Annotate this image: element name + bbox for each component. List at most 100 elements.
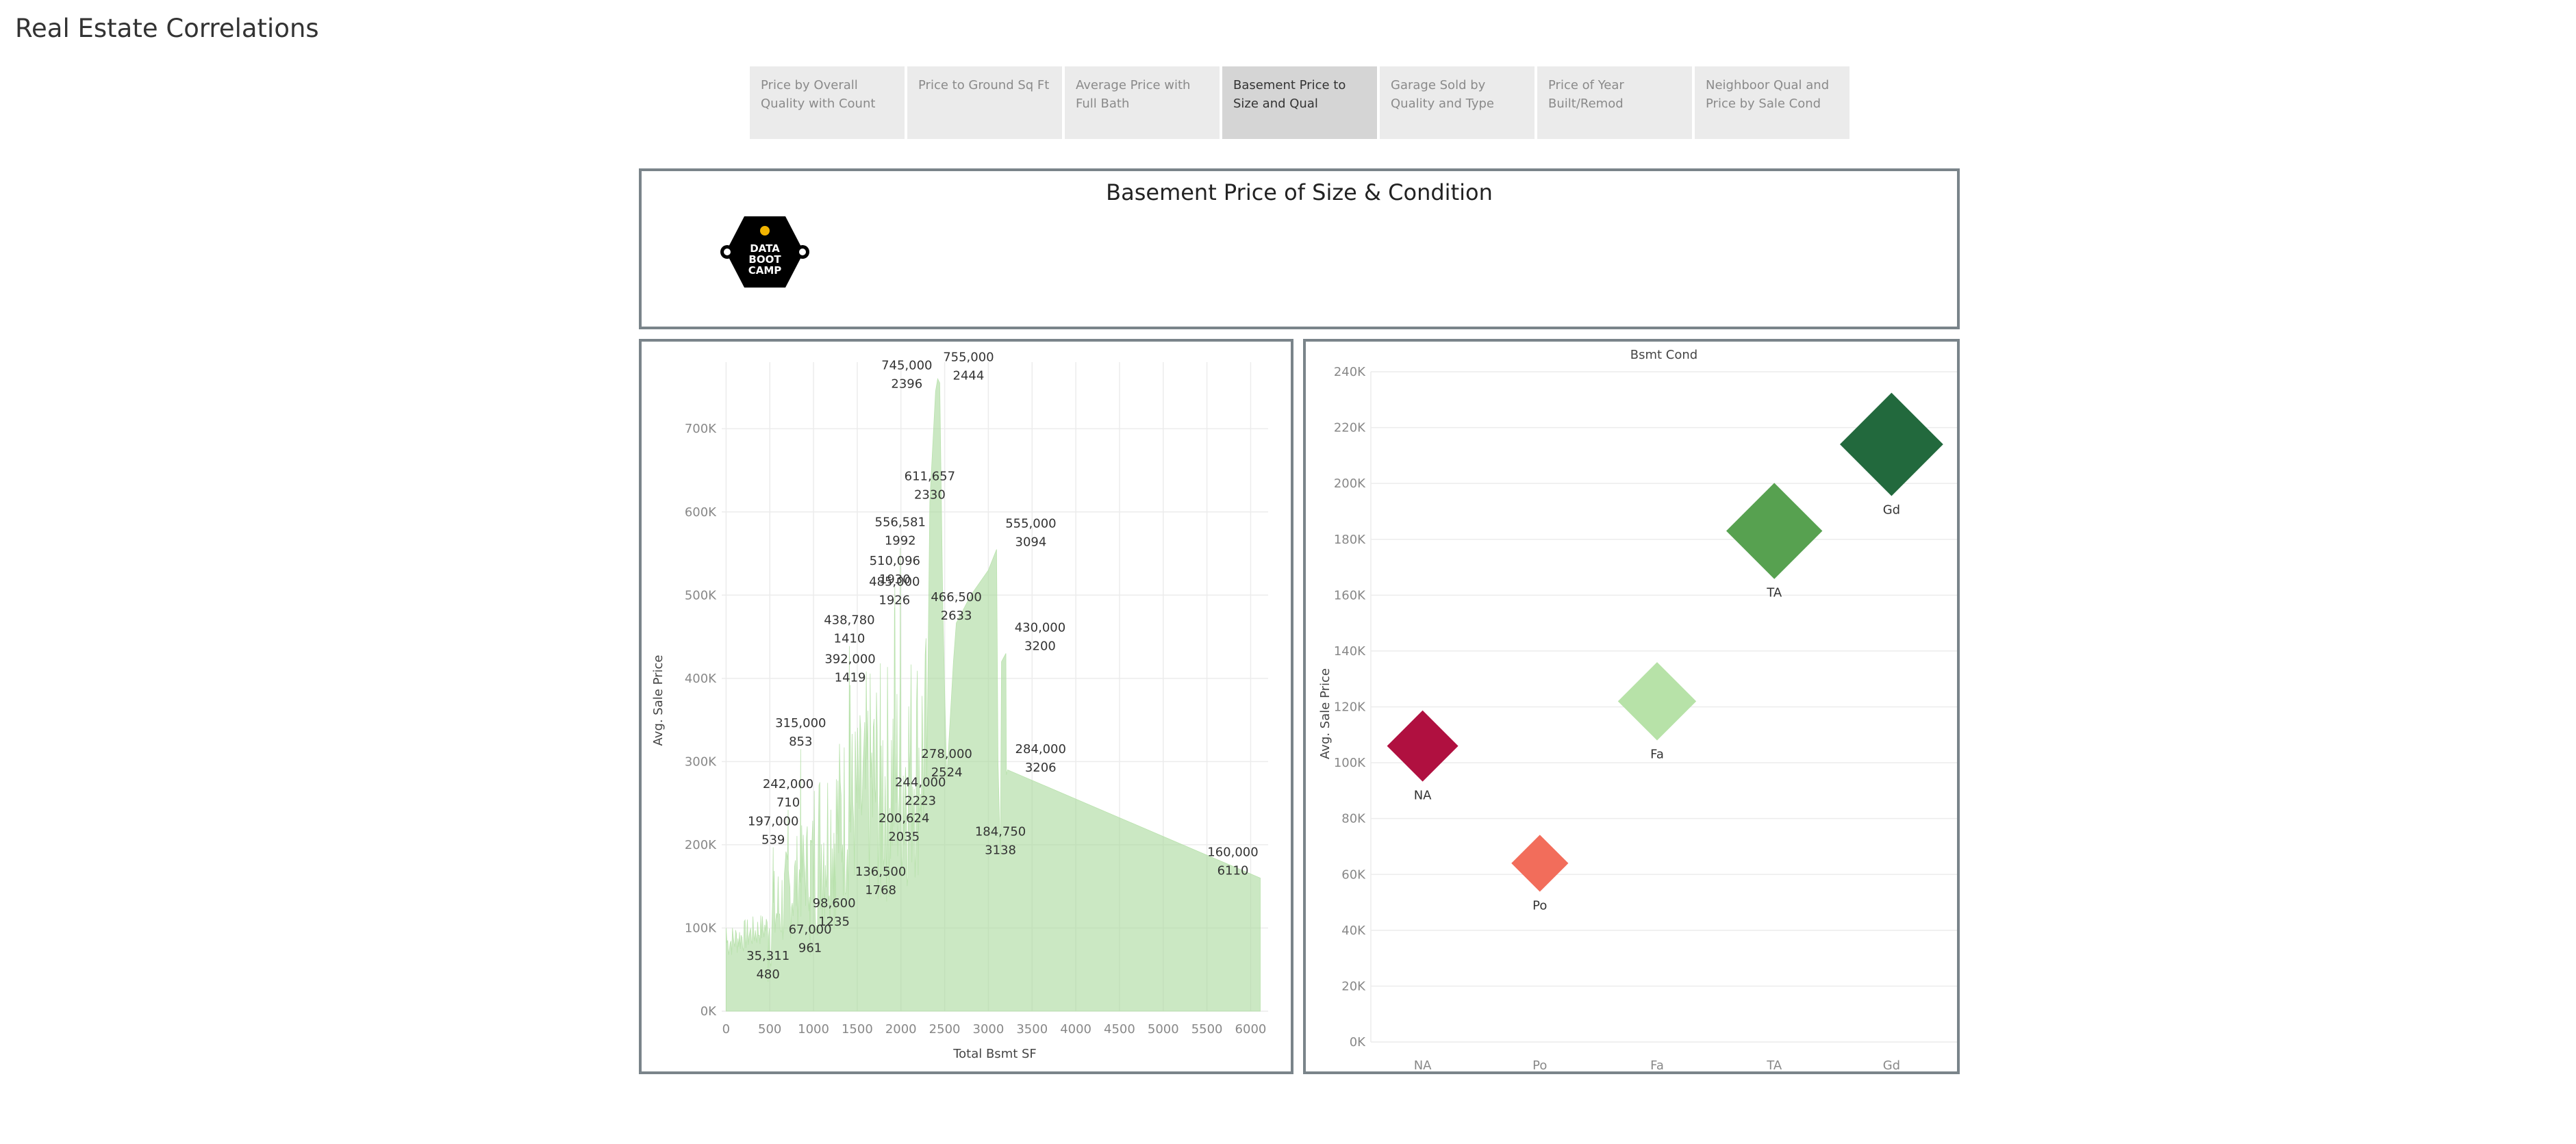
point-label: Fa — [1650, 748, 1664, 762]
bsmt-sf-chart-panel: 0 500 1000 1500 2000 2500 3000 3500 4000 4500 5000… — [639, 339, 1293, 1074]
data-label-price: 755,000 — [943, 350, 994, 364]
data-label-sf: 1410 — [834, 632, 866, 646]
tab-price-year-built[interactable]: Price of Year Built/Remod — [1537, 66, 1692, 139]
data-label-sf: 1235 — [818, 915, 850, 929]
data-label-price: 278,000 — [921, 747, 972, 761]
y-tick-label: 40K — [1341, 924, 1366, 938]
x-tick-label: 2500 — [929, 1022, 961, 1037]
x-tick-label: 0 — [722, 1022, 730, 1037]
data-label-price: 611,657 — [905, 470, 955, 484]
data-label-sf: 539 — [761, 833, 785, 848]
area-series — [725, 378, 1261, 1012]
x-tick-label: TA — [1766, 1058, 1782, 1071]
data-label-sf: 2633 — [941, 609, 972, 623]
diamond-marker — [1726, 483, 1823, 579]
x-tick-label: 4500 — [1104, 1022, 1135, 1037]
data-label-price: 35,311 — [746, 949, 790, 963]
x-tick-label: Gd — [1883, 1058, 1900, 1071]
data-label-sf: 3200 — [1024, 639, 1056, 653]
data-label-price: 438,780 — [824, 613, 874, 628]
story-tabs: Price by Overall Quality with Count Pric… — [750, 66, 1849, 139]
data-label-price: 197,000 — [748, 815, 798, 829]
data-label-sf: 2223 — [905, 793, 936, 808]
tab-neighborhood-qual[interactable]: Neighboor Qual and Price by Sale Cond — [1695, 66, 1849, 139]
tab-basement-price[interactable]: Basement Price to Size and Qual — [1222, 66, 1377, 139]
bsmt-cond-scatter-chart[interactable]: Bsmt Cond 0K 20K 40K 60K 80K 100K 120K 140K 160K 1… — [1306, 342, 1957, 1073]
y-tick-label: 300K — [685, 754, 717, 769]
point-label: NA — [1414, 789, 1432, 803]
data-label-price: 510,096 — [870, 554, 920, 568]
x-tick-label: Po — [1532, 1058, 1547, 1071]
point-label: Po — [1532, 899, 1547, 913]
data-label-sf: 1930 — [879, 572, 911, 587]
data-label-sf: 1992 — [885, 534, 916, 548]
diamond-marker — [1511, 835, 1569, 892]
y-tick-label: 140K — [1334, 644, 1366, 659]
data-label-price: 315,000 — [775, 716, 826, 730]
y-tick-label: 200K — [685, 838, 717, 852]
data-label-price: 184,750 — [975, 824, 1026, 839]
tab-price-by-overall-quality[interactable]: Price by Overall Quality with Count — [750, 66, 905, 139]
bsmt-cond-chart-panel: Bsmt Cond 0K 20K 40K 60K 80K 100K 120K 140K 160K 1… — [1303, 339, 1960, 1074]
data-label-sf: 2396 — [891, 377, 922, 392]
y-tick-label: 700K — [685, 422, 717, 436]
dashboard-title: Basement Price of Size & Condition — [1106, 179, 1493, 205]
y-tick-label: 500K — [685, 588, 717, 602]
data-label-price: 160,000 — [1207, 846, 1258, 860]
data-label-price: 430,000 — [1015, 620, 1065, 635]
data-label-sf: 853 — [789, 735, 812, 749]
y-axis-label: Avg. Sale Price — [651, 655, 666, 746]
y-tick-label: 220K — [1334, 421, 1366, 435]
scatter-title: Bsmt Cond — [1630, 348, 1697, 362]
tab-average-price-full-bath[interactable]: Average Price with Full Bath — [1065, 66, 1220, 139]
data-label-price: 284,000 — [1015, 742, 1066, 757]
data-label-sf: 3094 — [1015, 535, 1047, 549]
data-label-sf: 710 — [776, 796, 800, 810]
data-label-price: 745,000 — [881, 359, 932, 373]
x-tick-label: NA — [1414, 1058, 1432, 1071]
data-label-sf: 3206 — [1025, 761, 1057, 775]
data-label-price: 556,581 — [875, 516, 926, 530]
data-label-sf: 480 — [756, 967, 779, 982]
bsmt-sf-area-chart[interactable]: 0 500 1000 1500 2000 2500 3000 3500 4000 4500 5000… — [642, 342, 1291, 1071]
data-label-sf: 961 — [798, 941, 822, 956]
data-bootcamp-logo: DATA BOOT CAMP — [720, 216, 809, 288]
x-tick-label: 6000 — [1235, 1022, 1267, 1037]
y-tick-label: 200K — [1334, 476, 1366, 491]
data-label-price: 98,600 — [813, 896, 856, 911]
tab-garage-sold[interactable]: Garage Sold by Quality and Type — [1380, 66, 1535, 139]
diamond-marker — [1840, 392, 1943, 496]
y-tick-label: 100K — [1334, 756, 1366, 770]
x-axis-label: Total Bsmt SF — [952, 1047, 1037, 1061]
point-label: TA — [1766, 586, 1782, 600]
x-tick-label: 1500 — [842, 1022, 873, 1037]
y-tick-label: 0K — [700, 1004, 717, 1019]
y-tick-label: 100K — [685, 921, 717, 935]
x-tick-label: 3500 — [1016, 1022, 1048, 1037]
data-label-sf: 1926 — [879, 594, 910, 608]
tab-price-to-ground-sqft[interactable]: Price to Ground Sq Ft — [907, 66, 1062, 139]
x-tick-label: 2000 — [885, 1022, 917, 1037]
data-label-sf: 2330 — [914, 488, 946, 503]
page-title: Real Estate Correlations — [15, 14, 319, 43]
data-label-sf: 2524 — [931, 765, 963, 780]
x-tick-label: 5000 — [1148, 1022, 1179, 1037]
x-tick-label: 4000 — [1060, 1022, 1091, 1037]
y-tick-label: 180K — [1334, 533, 1366, 547]
data-label-sf: 3138 — [985, 843, 1016, 857]
x-tick-label: 500 — [758, 1022, 781, 1037]
data-label-sf: 2035 — [888, 830, 920, 844]
x-tick-label: 1000 — [798, 1022, 829, 1037]
y-tick-label: 120K — [1334, 700, 1366, 715]
diamond-marker — [1387, 710, 1459, 782]
x-tick-label: Fa — [1650, 1058, 1664, 1071]
x-tick-label: 3000 — [973, 1022, 1005, 1037]
y-tick-label: 600K — [685, 505, 717, 520]
data-label-sf: 1768 — [865, 883, 896, 898]
data-label-price: 466,500 — [931, 590, 981, 605]
dashboard-header: Basement Price of Size & Condition DATA … — [639, 168, 1960, 329]
data-label-price: 136,500 — [855, 865, 906, 879]
data-label-price: 200,624 — [879, 811, 929, 826]
y-tick-label: 80K — [1341, 812, 1366, 826]
logo-line-3: CAMP — [748, 264, 782, 277]
